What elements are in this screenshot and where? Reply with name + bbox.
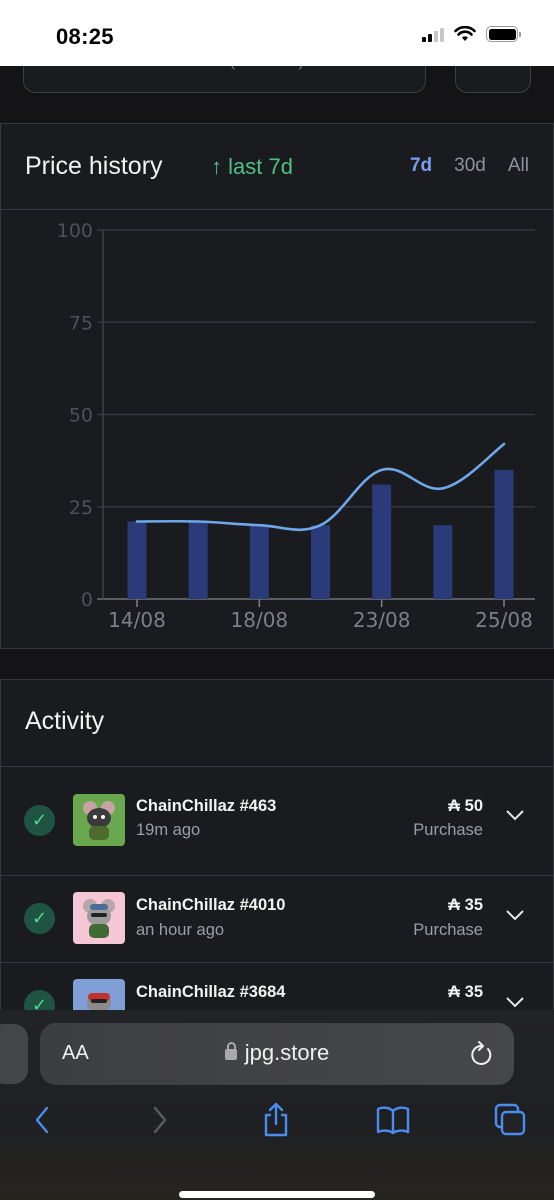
item-time: an hour ago bbox=[136, 921, 225, 939]
status-icons bbox=[422, 26, 521, 42]
bar bbox=[433, 525, 453, 599]
item-type: Purchase bbox=[413, 821, 483, 839]
item-price: ₳ 35 bbox=[448, 983, 483, 1001]
lock-icon bbox=[224, 1042, 237, 1060]
chevron-down-icon[interactable] bbox=[505, 996, 525, 1008]
status-time: 08:25 bbox=[56, 24, 114, 49]
price-history-title: Price history bbox=[25, 152, 163, 180]
bar bbox=[127, 521, 147, 599]
bar bbox=[188, 521, 208, 599]
share-icon bbox=[264, 1102, 288, 1137]
y-tick-label: 75 bbox=[69, 312, 93, 334]
home-indicator bbox=[179, 1191, 375, 1198]
bar bbox=[372, 484, 392, 599]
y-tick-label: 25 bbox=[69, 497, 93, 519]
bookmarks-icon bbox=[376, 1106, 410, 1135]
url-display[interactable]: jpg.store bbox=[40, 1040, 514, 1066]
nft-thumbnail bbox=[73, 794, 125, 846]
activity-row[interactable]: ✓ ChainChillaz #463 19m ago ₳ 50 Purchas… bbox=[1, 767, 553, 876]
back-button[interactable] bbox=[22, 1100, 62, 1140]
range-tabs: 7d 30d All bbox=[410, 155, 529, 177]
browser-toolbar bbox=[0, 1100, 554, 1144]
price-history-header: Price history ↑ last 7d 7d 30d All bbox=[1, 124, 553, 210]
check-icon: ✓ bbox=[24, 903, 55, 934]
chevron-down-icon[interactable] bbox=[505, 809, 525, 821]
x-tick-label: 23/08 bbox=[353, 608, 411, 632]
item-name[interactable]: ChainChillaz #4010 bbox=[136, 896, 285, 915]
bar bbox=[249, 525, 269, 599]
activity-row[interactable]: ✓ ChainChillaz #4010 an hour ago ₳ 35 Pu… bbox=[1, 876, 553, 963]
chevron-down-icon[interactable] bbox=[505, 909, 525, 921]
tabs-icon bbox=[494, 1103, 526, 1136]
back-icon bbox=[35, 1106, 49, 1134]
address-bar[interactable]: AA jpg.store bbox=[40, 1023, 514, 1085]
x-tick-label: 25/08 bbox=[475, 608, 533, 632]
activity-header: Activity bbox=[1, 680, 553, 767]
url-text: jpg.store bbox=[244, 1040, 330, 1065]
browser-bottom-bar: AA jpg.store bbox=[0, 1010, 554, 1200]
bookmarks-button[interactable] bbox=[373, 1100, 413, 1140]
previous-tab-peek[interactable] bbox=[0, 1024, 28, 1084]
item-price: ₳ 50 bbox=[448, 797, 483, 815]
check-icon: ✓ bbox=[24, 805, 55, 836]
tab-all[interactable]: All bbox=[508, 155, 529, 177]
bar bbox=[311, 525, 330, 599]
item-price: ₳ 35 bbox=[448, 896, 483, 914]
activity-card: Activity ✓ ChainChillaz #463 19m ago ₳ 5… bbox=[0, 679, 554, 1031]
item-type: Purchase bbox=[413, 921, 483, 939]
y-tick-label: 0 bbox=[81, 589, 93, 611]
cellular-signal-icon bbox=[422, 26, 444, 42]
item-name[interactable]: ChainChillaz #3684 bbox=[136, 983, 285, 1002]
trend-indicator: ↑ last 7d bbox=[211, 154, 293, 179]
x-tick-label: 14/08 bbox=[108, 608, 166, 632]
item-name[interactable]: ChainChillaz #463 bbox=[136, 797, 276, 816]
forward-button[interactable] bbox=[140, 1100, 180, 1140]
battery-icon bbox=[486, 26, 521, 42]
forward-icon bbox=[153, 1106, 167, 1134]
tab-7d[interactable]: 7d bbox=[410, 155, 432, 177]
status-bar: 08:25 bbox=[0, 0, 554, 66]
reload-icon[interactable] bbox=[468, 1040, 494, 1068]
y-tick-label: 50 bbox=[69, 405, 93, 427]
activity-title: Activity bbox=[25, 707, 105, 735]
bar bbox=[494, 469, 514, 599]
item-time: 19m ago bbox=[136, 821, 201, 839]
nft-thumbnail bbox=[73, 892, 125, 944]
price-chart: 0 25 50 75 100 14/08 18/08 23/08 25/08 bbox=[57, 220, 535, 632]
tab-30d[interactable]: 30d bbox=[454, 155, 486, 177]
x-tick-label: 18/08 bbox=[231, 608, 289, 632]
price-line bbox=[135, 442, 506, 532]
y-tick-label: 100 bbox=[57, 220, 93, 242]
price-history-card: Price history ↑ last 7d 7d 30d All 0 25 50… bbox=[0, 123, 554, 649]
tabs-button[interactable] bbox=[490, 1100, 530, 1140]
wifi-icon bbox=[454, 26, 476, 41]
share-button[interactable] bbox=[256, 1100, 296, 1140]
